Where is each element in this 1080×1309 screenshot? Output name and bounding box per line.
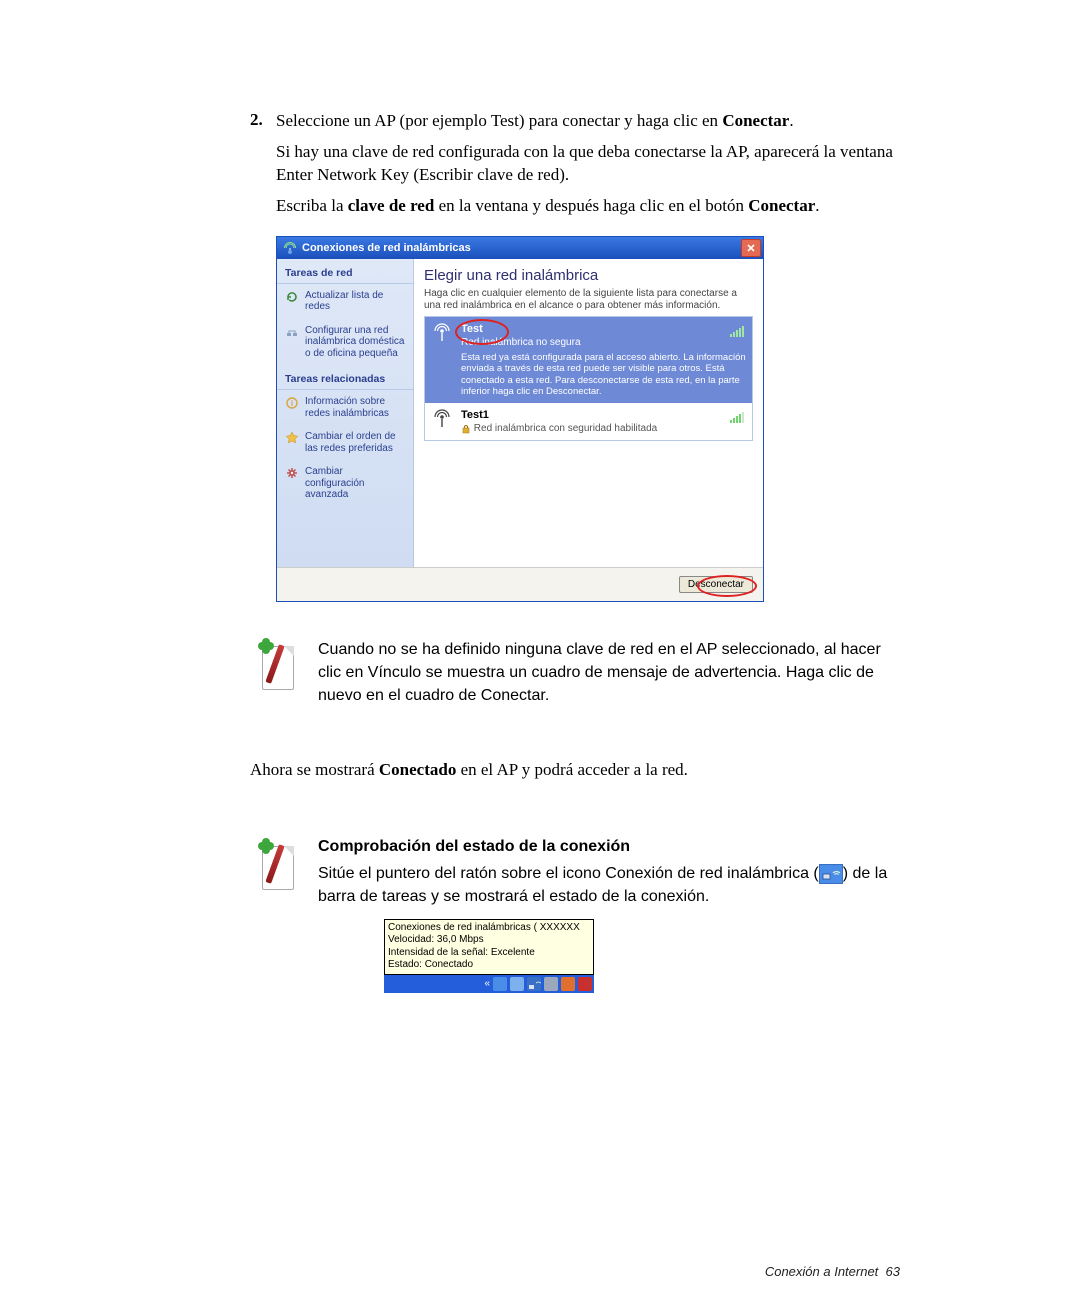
sidebar-item-refresh[interactable]: Actualizar lista de redes (277, 284, 413, 319)
tooltip-line: Estado: Conectado (388, 959, 590, 972)
text: Seleccione un AP (por ejemplo Test) para… (276, 111, 722, 130)
bold: Conectado (379, 760, 456, 779)
note-icon (258, 838, 304, 898)
system-tray: « (384, 975, 594, 993)
note-icon (258, 638, 304, 698)
signal-icon (730, 325, 744, 337)
step-2: 2. Seleccione un AP (por ejemplo Test) p… (250, 110, 900, 133)
tray-icon (510, 977, 524, 991)
network-status: Red inalámbrica con seguridad habilitada (461, 423, 746, 434)
bold: Conectar (748, 196, 815, 215)
info-icon: i (285, 396, 299, 410)
network-name: Test1 (461, 409, 746, 421)
network-list: Test Red inalámbrica no segura Esta red … (424, 316, 753, 442)
setup-icon (285, 325, 299, 339)
network-status: Red inalámbrica no segura (461, 337, 746, 348)
text: en el AP y podrá acceder a la red. (456, 760, 688, 779)
step-line-3: Escriba la clave de red en la ventana y … (276, 195, 900, 218)
page-footer: Conexión a Internet 63 (765, 1264, 900, 1279)
tooltip: Conexiones de red inalámbricas ( XXXXXX … (384, 919, 594, 975)
footer-text: Conexión a Internet (765, 1264, 878, 1279)
sidebar-item-label: Cambiar el orden de las redes preferidas (305, 431, 405, 454)
note-1: Cuando no se ha definido ninguna clave d… (258, 638, 900, 708)
tray-icon (561, 977, 575, 991)
sidebar-item-label: Cambiar configuración avanzada (305, 466, 405, 501)
tooltip-line: Velocidad: 36,0 Mbps (388, 934, 590, 947)
wireless-tray-icon (819, 864, 843, 884)
bold: Conectar (722, 111, 789, 130)
sidebar-item-advanced[interactable]: Cambiar configuración avanzada (277, 460, 413, 507)
tooltip-line: Conexiones de red inalámbricas ( XXXXXX (388, 922, 590, 935)
chevron-icon: « (484, 978, 490, 989)
sidebar-item-order[interactable]: Cambiar el orden de las redes preferidas (277, 425, 413, 460)
svg-text:i: i (291, 399, 293, 408)
sidebar-header-tasks: Tareas de red (277, 259, 413, 284)
network-item-test[interactable]: Test Red inalámbrica no segura Esta red … (425, 317, 752, 404)
refresh-icon (285, 290, 299, 304)
text: Escriba la (276, 196, 348, 215)
note-2: Comprobación del estado de la conexión S… (258, 838, 900, 992)
dialog-main: Elegir una red inalámbrica Haga clic en … (414, 259, 763, 567)
antenna-icon (431, 409, 453, 434)
step-number: 2. (250, 110, 276, 133)
text: Sitúe el puntero del ratón sobre el icon… (318, 865, 819, 882)
step-line-1: Seleccione un AP (por ejemplo Test) para… (276, 110, 794, 133)
page-number: 63 (886, 1264, 900, 1279)
tooltip-screenshot: Conexiones de red inalámbricas ( XXXXXX … (384, 919, 594, 993)
wireless-dialog: Conexiones de red inalámbricas Tareas de… (276, 236, 764, 602)
section-body: Sitúe el puntero del ratón sobre el icon… (318, 862, 900, 908)
button-bar: Desconectar (277, 567, 763, 601)
sidebar-item-setup[interactable]: Configurar una red inalámbrica doméstica… (277, 319, 413, 366)
wireless-icon (283, 241, 297, 255)
tray-icon (493, 977, 507, 991)
tooltip-line: Intensidad de la señal: Excelente (388, 947, 590, 960)
text: . (815, 196, 819, 215)
main-subtitle: Haga clic en cualquier elemento de la si… (424, 288, 753, 312)
dialog-sidebar: Tareas de red Actualizar lista de redes … (277, 259, 414, 567)
sidebar-header-related: Tareas relacionadas (277, 365, 413, 390)
text: en la ventana y después haga clic en el … (434, 196, 748, 215)
close-button[interactable] (741, 239, 761, 257)
step-line-2: Si hay una clave de red configurada con … (276, 141, 900, 187)
disconnect-button[interactable]: Desconectar (679, 576, 753, 593)
tray-wireless-icon (527, 977, 541, 991)
sidebar-item-info[interactable]: i Información sobre redes inalámbricas (277, 390, 413, 425)
star-icon (285, 431, 299, 445)
signal-icon (730, 411, 744, 423)
tray-icon (578, 977, 592, 991)
bold: clave de red (348, 196, 435, 215)
text: Red inalámbrica con seguridad habilitada (474, 423, 657, 434)
tray-icon (544, 977, 558, 991)
antenna-icon (431, 323, 453, 398)
network-desc: Esta red ya está configurada para el acc… (461, 352, 746, 398)
dialog-title: Conexiones de red inalámbricas (302, 242, 741, 254)
sidebar-item-label: Actualizar lista de redes (305, 290, 405, 313)
gear-icon (285, 466, 299, 480)
section-heading: Comprobación del estado de la conexión (318, 838, 900, 856)
sidebar-item-label: Información sobre redes inalámbricas (305, 396, 405, 419)
after-line: Ahora se mostrará Conectado en el AP y p… (250, 759, 900, 782)
network-name: Test (461, 323, 746, 335)
text: Ahora se mostrará (250, 760, 379, 779)
main-title: Elegir una red inalámbrica (424, 265, 753, 288)
note-text: Cuando no se ha definido ninguna clave d… (318, 638, 900, 708)
network-item-test1[interactable]: Test1 Red inalámbrica con seguridad habi… (425, 403, 752, 440)
sidebar-item-label: Configurar una red inalámbrica doméstica… (305, 325, 405, 360)
titlebar: Conexiones de red inalámbricas (277, 237, 763, 259)
text: . (789, 111, 793, 130)
